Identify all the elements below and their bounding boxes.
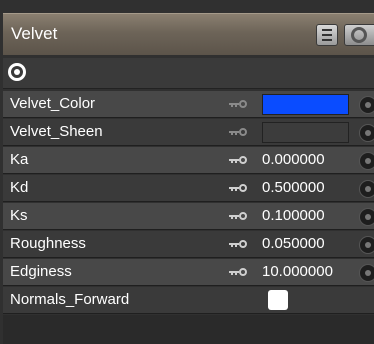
numeric-value-field[interactable]: 0.100000	[262, 207, 325, 224]
color-swatch[interactable]	[262, 122, 349, 143]
property-label: Edginess	[10, 263, 72, 280]
numeric-value-field[interactable]: 0.000000	[262, 151, 325, 168]
property-row-roughness: Roughness 0.050000	[3, 231, 374, 258]
color-swatch[interactable]	[262, 94, 349, 115]
numeric-value-field[interactable]: 0.050000	[262, 235, 325, 252]
connector-icon[interactable]	[359, 264, 374, 282]
property-label: Normals_Forward	[10, 291, 130, 308]
property-row-ka: Ka 0.000000	[3, 147, 374, 174]
list-line	[322, 29, 332, 31]
header-icon-row	[3, 58, 374, 89]
list-line	[322, 34, 332, 36]
property-label: Velvet_Color	[10, 95, 96, 112]
key-icon[interactable]	[229, 156, 247, 164]
connector-icon[interactable]	[359, 124, 374, 142]
refresh-button[interactable]	[344, 24, 374, 46]
connector-icon[interactable]	[359, 180, 374, 198]
panel-title: Velvet	[11, 24, 58, 43]
connector-icon[interactable]	[359, 96, 374, 114]
numeric-value-field[interactable]: 10.000000	[262, 263, 333, 280]
numeric-value-field[interactable]: 0.500000	[262, 179, 325, 196]
property-row-kd: Kd 0.500000	[3, 175, 374, 202]
list-line	[322, 39, 332, 41]
key-icon[interactable]	[229, 184, 247, 192]
key-icon[interactable]	[229, 268, 247, 276]
key-icon[interactable]	[229, 212, 247, 220]
panel-titlebar: Velvet	[3, 13, 374, 55]
panel-footer	[3, 315, 374, 344]
property-label: Kd	[10, 179, 29, 196]
refresh-icon	[351, 27, 367, 43]
property-label: Velvet_Sheen	[10, 123, 103, 140]
property-label: Ka	[10, 151, 29, 168]
list-view-button[interactable]	[316, 24, 338, 46]
property-row-edginess: Edginess 10.000000	[3, 259, 374, 286]
property-row-velvet-sheen: Velvet_Sheen	[3, 119, 374, 146]
connector-icon[interactable]	[359, 208, 374, 226]
normals-forward-checkbox[interactable]	[268, 290, 288, 310]
property-label: Ks	[10, 207, 28, 224]
connector-icon[interactable]	[359, 236, 374, 254]
target-icon[interactable]	[8, 63, 26, 81]
property-label: Roughness	[10, 235, 86, 252]
key-icon[interactable]	[229, 128, 247, 136]
property-row-ks: Ks 0.100000	[3, 203, 374, 230]
property-row-velvet-color: Velvet_Color	[3, 91, 374, 118]
property-row-normals-forward: Normals_Forward	[3, 287, 374, 314]
key-icon[interactable]	[229, 240, 247, 248]
key-icon[interactable]	[229, 100, 247, 108]
connector-icon[interactable]	[359, 152, 374, 170]
material-panel: Velvet Velvet_Color Velvet_Sheen Ka 0.00…	[0, 0, 374, 344]
